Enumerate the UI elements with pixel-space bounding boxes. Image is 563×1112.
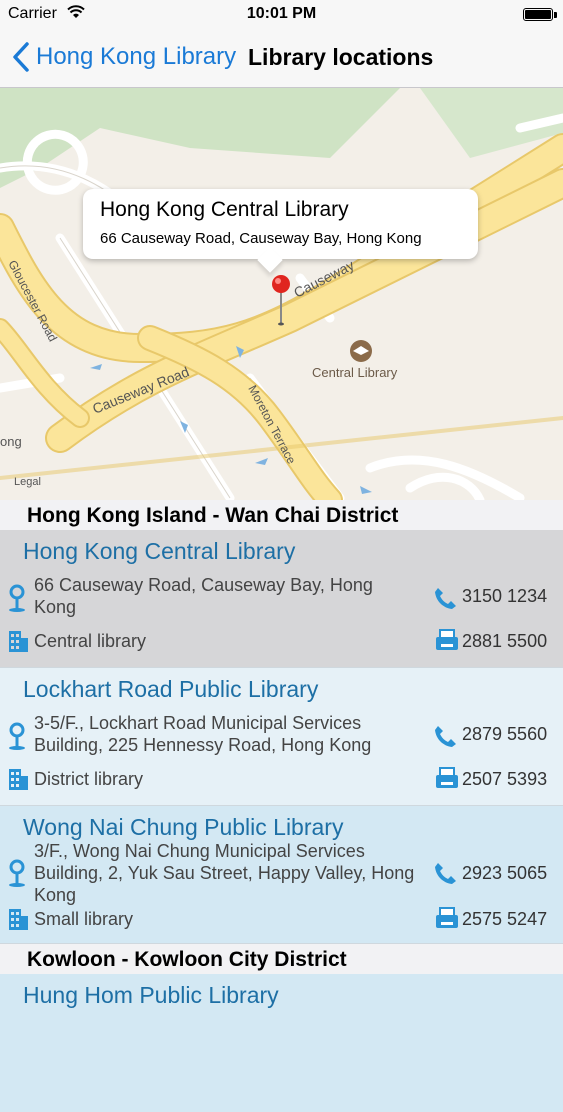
navigation-bar: Hong Kong Library Library locations bbox=[0, 30, 563, 88]
back-button[interactable]: Hong Kong Library bbox=[10, 40, 236, 74]
library-type: Small library bbox=[34, 909, 134, 929]
library-name: Hong Kong Central Library bbox=[23, 538, 296, 564]
library-name: Lockhart Road Public Library bbox=[23, 676, 319, 702]
location-pin-icon bbox=[9, 722, 25, 750]
library-address: 3-5/F., Lockhart Road Municipal Services… bbox=[34, 713, 372, 755]
callout-title: Hong Kong Central Library bbox=[100, 198, 349, 221]
library-address: 66 Causeway Road, Causeway Bay, Hong Kon… bbox=[34, 575, 373, 617]
battery-tip bbox=[554, 12, 557, 18]
section-header-label: Kowloon - Kowloon City District bbox=[27, 948, 347, 971]
building-icon bbox=[9, 631, 28, 652]
building-icon bbox=[9, 909, 28, 930]
library-phone[interactable]: 2923 5065 bbox=[462, 863, 547, 884]
library-row[interactable]: Wong Nai Chung Public Library 3/F., Wong… bbox=[0, 806, 563, 944]
library-fax[interactable]: 2507 5393 bbox=[462, 769, 547, 790]
map-legal-link[interactable]: Legal bbox=[14, 476, 41, 488]
library-phone[interactable]: 2879 5560 bbox=[462, 724, 547, 745]
map-canvas: Causeway Road Causeway Gloucester Road M… bbox=[0, 88, 563, 500]
library-type: District library bbox=[34, 769, 144, 789]
back-button-label: Hong Kong Library bbox=[36, 43, 237, 70]
fax-icon bbox=[436, 629, 458, 650]
library-phone[interactable]: 3150 1234 bbox=[462, 586, 547, 607]
library-row[interactable]: Hong Kong Central Library 66 Causeway Ro… bbox=[0, 530, 563, 668]
fax-icon bbox=[436, 907, 458, 928]
library-type: Central library bbox=[34, 631, 147, 651]
location-pin-icon bbox=[9, 584, 25, 612]
map-callout[interactable]: Hong Kong Central Library 66 Causeway Ro… bbox=[83, 189, 478, 273]
library-fax[interactable]: 2881 5500 bbox=[462, 631, 547, 652]
fax-icon bbox=[436, 767, 458, 788]
section-header-label: Hong Kong Island - Wan Chai District bbox=[27, 504, 399, 527]
callout-subtitle: 66 Causeway Road, Causeway Bay, Hong Kon… bbox=[100, 230, 422, 247]
map-view[interactable]: Causeway Road Causeway Gloucester Road M… bbox=[0, 88, 563, 500]
library-name: Hung Hom Public Library bbox=[23, 982, 279, 1008]
section-header: Kowloon - Kowloon City District bbox=[0, 944, 563, 974]
library-name: Wong Nai Chung Public Library bbox=[23, 814, 344, 840]
phone-icon bbox=[435, 863, 456, 884]
location-pin-icon bbox=[9, 859, 25, 887]
battery-icon bbox=[523, 8, 553, 21]
phone-icon bbox=[435, 588, 456, 609]
status-bar: Carrier 10:01 PM bbox=[0, 0, 563, 30]
section-header: Hong Kong Island - Wan Chai District bbox=[0, 500, 563, 530]
building-icon bbox=[9, 769, 28, 790]
page-title: Library locations bbox=[248, 44, 434, 70]
library-row[interactable]: Hung Hom Public Library bbox=[0, 974, 563, 1112]
chevron-left-icon bbox=[13, 42, 29, 72]
library-row[interactable]: Lockhart Road Public Library 3-5/F., Loc… bbox=[0, 668, 563, 806]
library-fax[interactable]: 2575 5247 bbox=[462, 909, 547, 930]
library-address: 3/F., Wong Nai Chung Municipal Services … bbox=[34, 841, 415, 905]
map-label-central-library: Central Library bbox=[312, 365, 398, 380]
map-label-edge: ong bbox=[0, 434, 22, 449]
clock: 10:01 PM bbox=[246, 5, 317, 22]
phone-icon bbox=[435, 726, 456, 747]
